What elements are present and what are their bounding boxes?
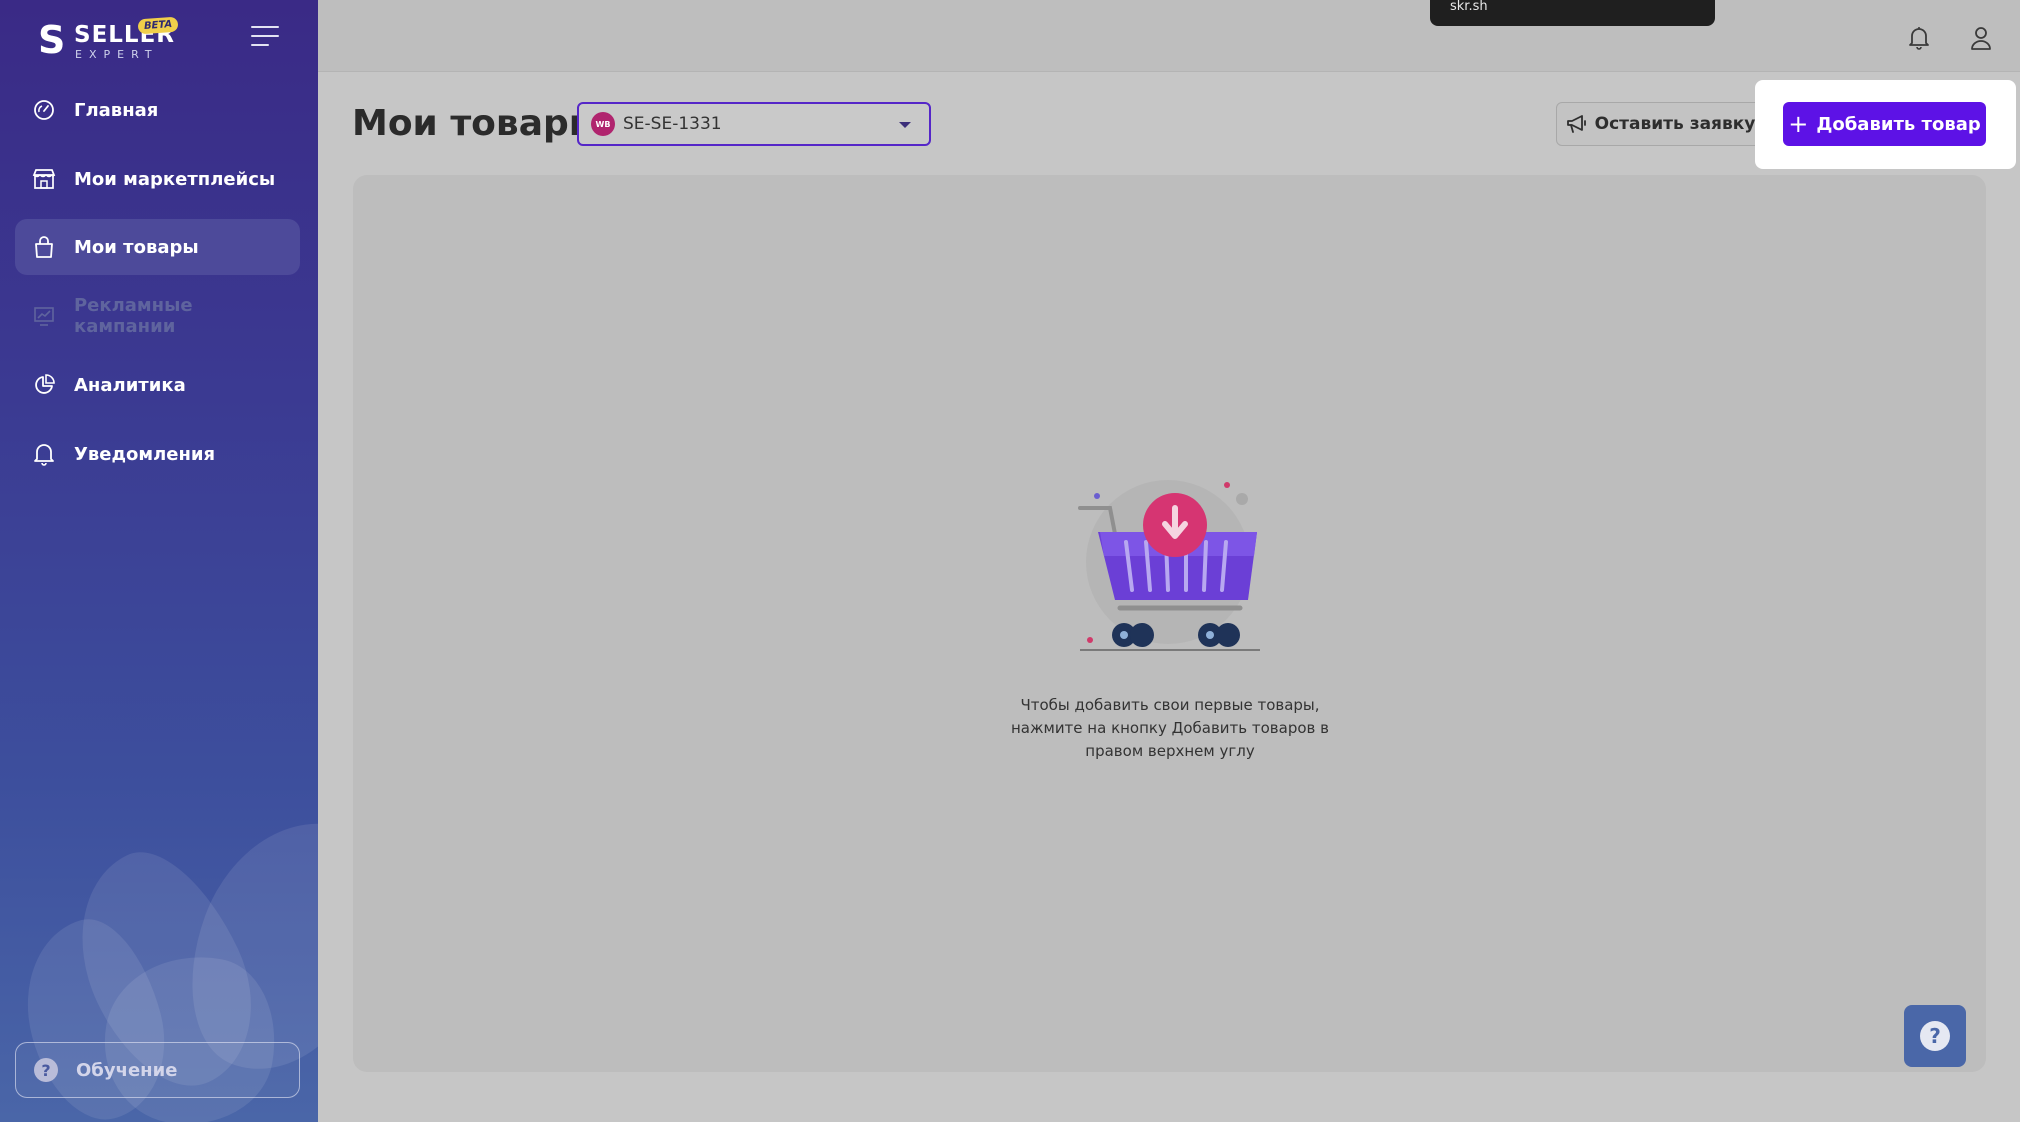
sidebar-item-label: Уведомления (74, 443, 216, 465)
question-icon: ? (34, 1058, 58, 1082)
sidebar-item-label: Мои товары (74, 236, 199, 258)
sidebar-item-notifications[interactable]: Уведомления (15, 426, 300, 482)
sidebar-item-marketplaces[interactable]: Мои маркетплейсы (15, 151, 300, 207)
question-icon: ? (1920, 1021, 1950, 1051)
empty-state-line: нажмите на кнопку Добавить товаров в (1010, 719, 1329, 737)
education-button[interactable]: ? Обучение (15, 1042, 300, 1098)
sidebar-item-label: Аналитика (74, 374, 186, 396)
add-product-label: Добавить товар (1816, 113, 1981, 135)
bell-icon[interactable] (1903, 22, 1935, 54)
leave-request-label: Оставить заявку (1594, 114, 1756, 134)
page-title: Мои товары (352, 103, 602, 144)
empty-state-message: Чтобы добавить свои первые товары, нажми… (1010, 694, 1330, 763)
sidebar-item-home[interactable]: Главная (15, 82, 300, 138)
chevron-down-icon (899, 122, 911, 128)
megaphone-icon (1565, 113, 1589, 135)
sidebar: S SELLER EXPERT BETA Главная Мои маркетп… (0, 0, 318, 1122)
education-label: Обучение (76, 1059, 178, 1081)
bell-icon (32, 442, 56, 466)
speedometer-icon (32, 98, 56, 122)
user-icon[interactable] (1965, 22, 1997, 54)
help-button[interactable]: ? (1904, 1005, 1966, 1067)
beta-badge: BETA (137, 16, 179, 35)
pie-chart-icon (32, 373, 56, 397)
shopping-bag-icon (32, 235, 56, 259)
wb-badge: WB (591, 112, 615, 136)
screenshot-tooltip: skr.sh (1430, 0, 1715, 26)
leave-request-button[interactable]: Оставить заявку (1556, 102, 1764, 146)
empty-cart-illustration (1070, 470, 1270, 670)
empty-state-line: Чтобы добавить свои первые товары, (1020, 696, 1320, 714)
marketplace-select-value: SE-SE-1331 (623, 114, 722, 134)
logo[interactable]: S SELLER EXPERT BETA (38, 16, 188, 62)
menu-toggle-icon[interactable] (251, 26, 279, 48)
marketplace-select[interactable]: WB SE-SE-1331 (577, 102, 931, 146)
logo-subword: EXPERT (75, 48, 159, 61)
sidebar-item-products[interactable]: Мои товары (15, 219, 300, 275)
add-product-button[interactable]: + Добавить товар (1783, 102, 1986, 146)
store-icon (32, 167, 56, 191)
logo-mark: S (38, 18, 66, 62)
sidebar-item-label: Рекламные кампании (73, 295, 193, 337)
chart-board-icon (32, 304, 56, 328)
empty-state-line: правом верхнем углу (1085, 742, 1255, 760)
sidebar-item-ad-campaigns: Рекламные кампании (15, 288, 300, 344)
app-window: S SELLER EXPERT BETA Главная Мои маркетп… (0, 0, 2020, 1122)
sidebar-item-label: Главная (74, 99, 159, 121)
top-bar (318, 0, 2020, 72)
sidebar-item-label: Мои маркетплейсы (74, 168, 276, 190)
sidebar-item-analytics[interactable]: Аналитика (15, 357, 300, 413)
plus-icon: + (1788, 110, 1809, 138)
